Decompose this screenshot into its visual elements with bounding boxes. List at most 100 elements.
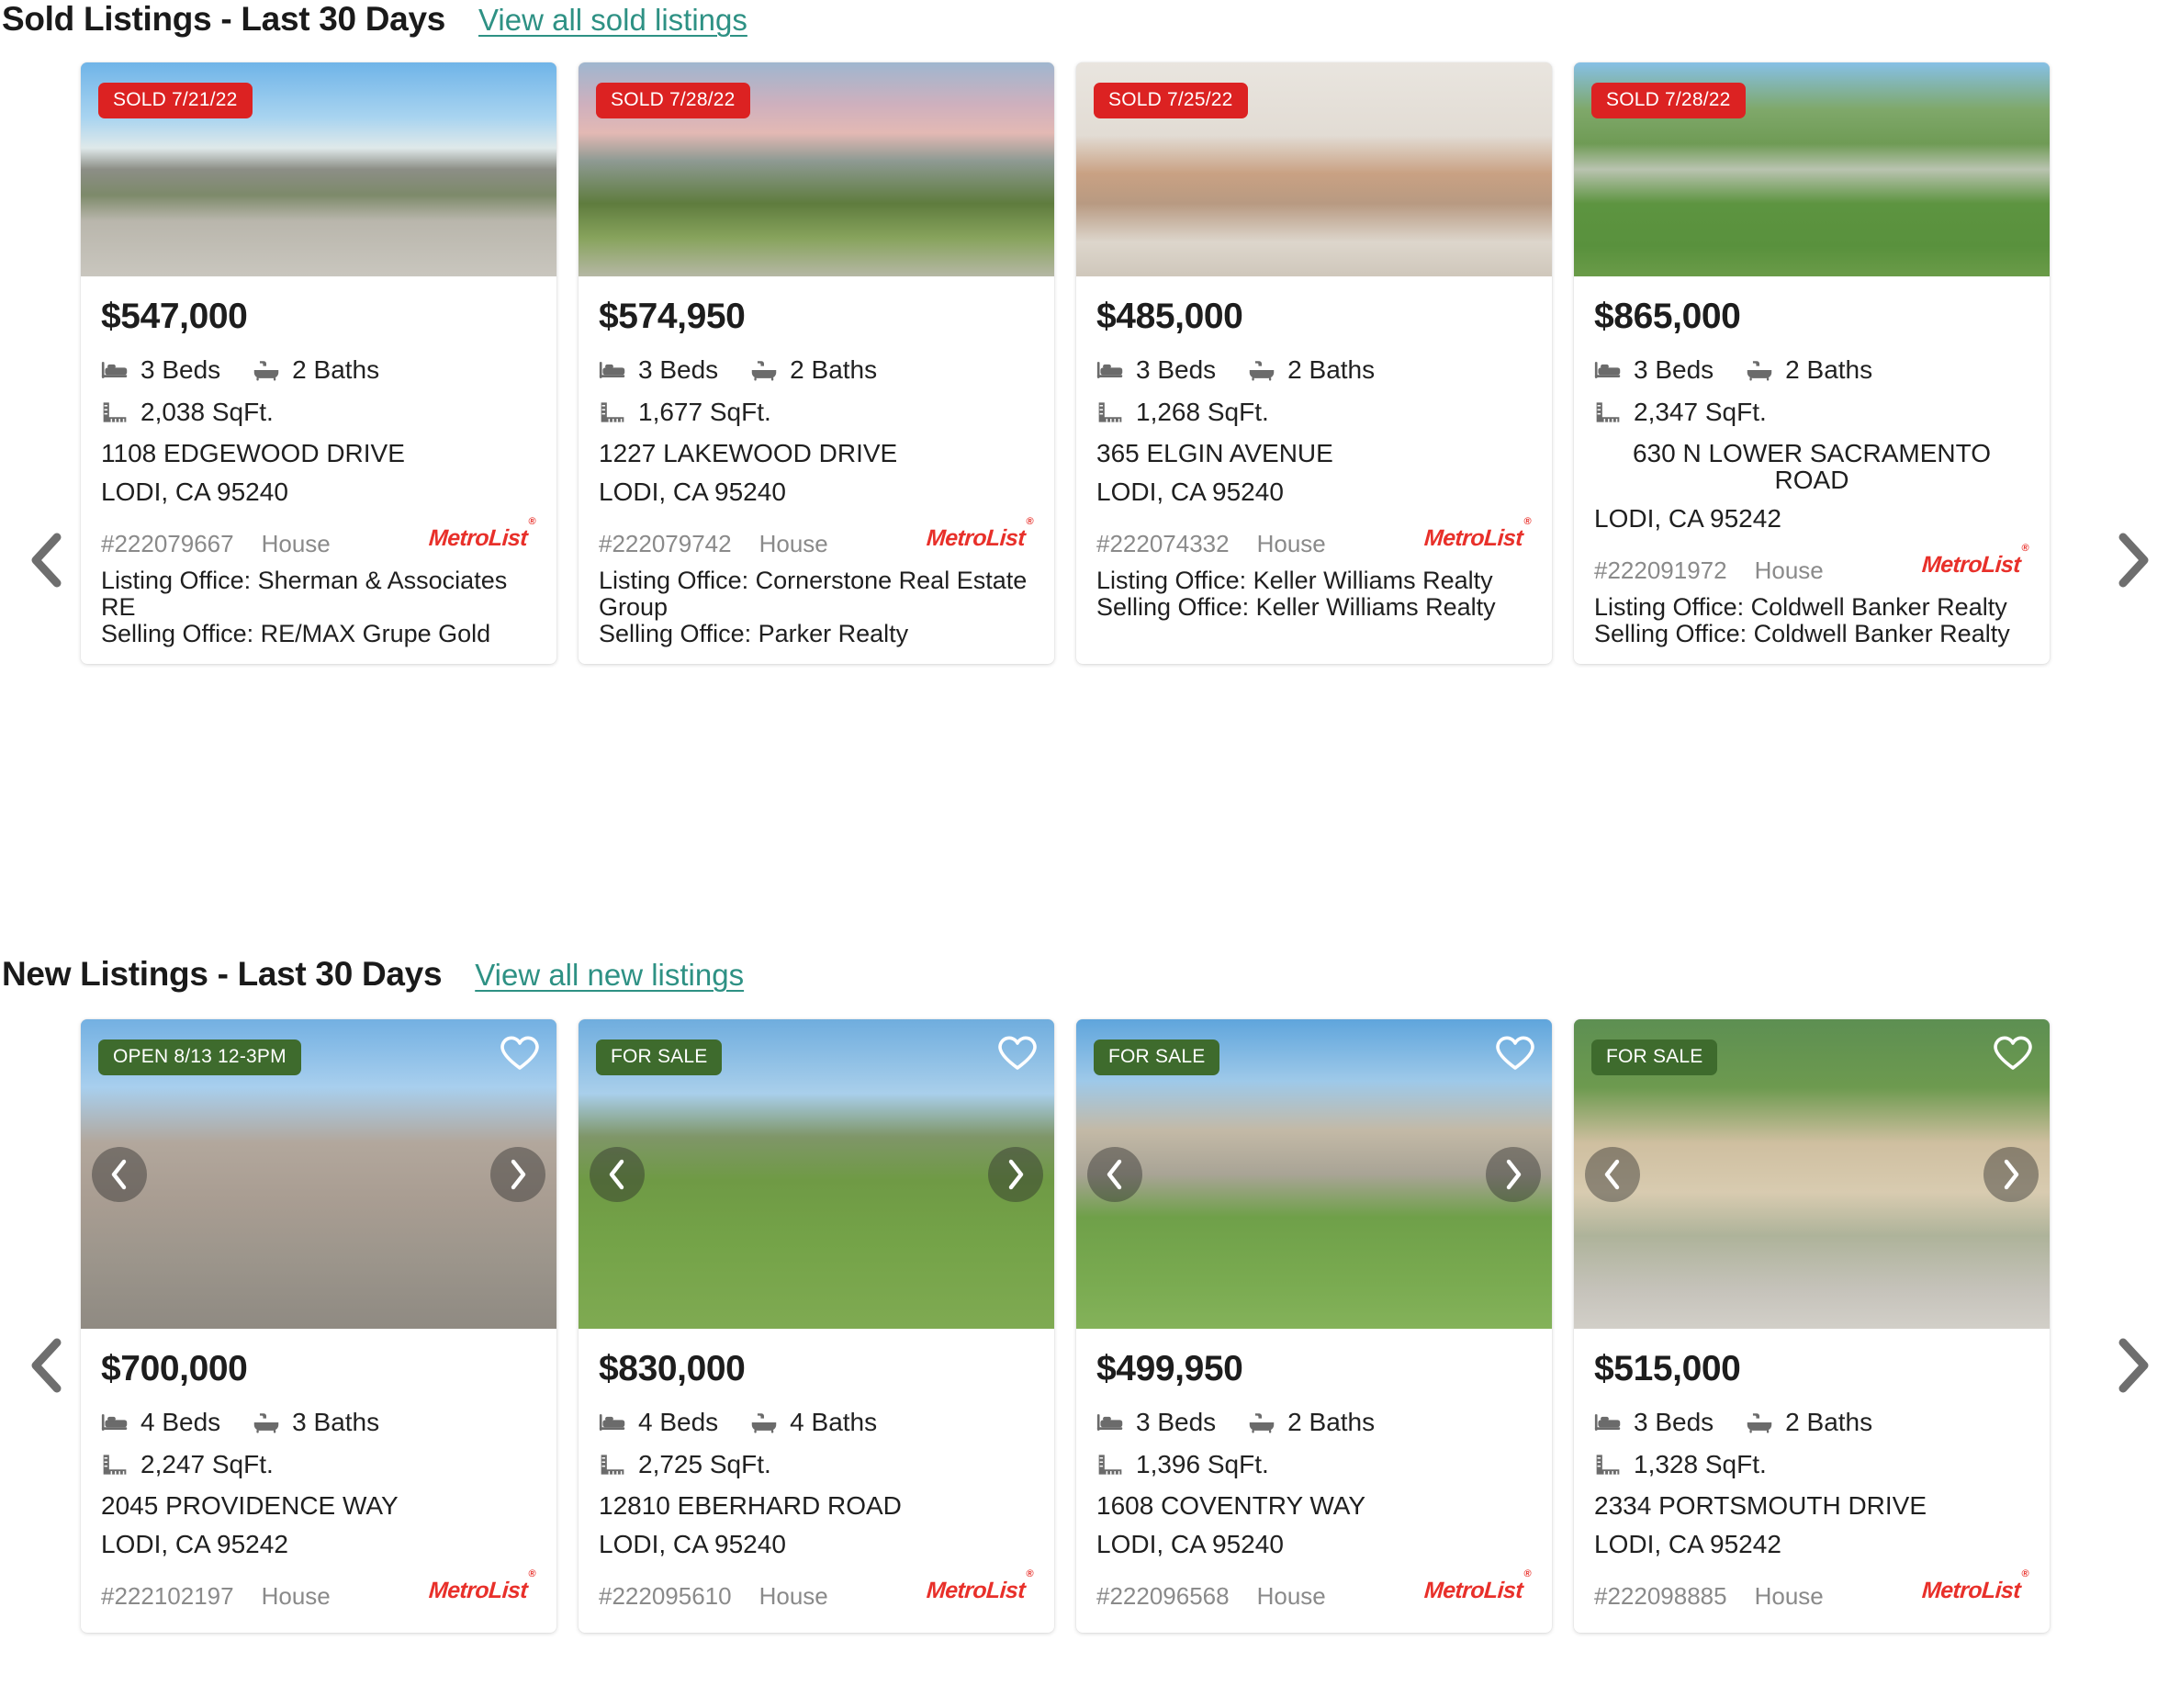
bed-icon-glyph — [599, 1414, 625, 1431]
heart-icon[interactable] — [500, 1036, 539, 1075]
listing-price: $700,000 — [101, 1349, 248, 1388]
heart-icon[interactable] — [1496, 1036, 1534, 1075]
listing-photo[interactable]: FOR SALE — [579, 1019, 1054, 1329]
baths-value: 2 Baths — [790, 355, 878, 384]
sold-carousel-prev-button[interactable] — [17, 531, 75, 590]
chevron-right-icon — [2116, 532, 2152, 589]
listing-address: 630 N LOWER SACRAMENTO ROAD LODI, CA 9524… — [1594, 440, 2029, 532]
listing-price: $830,000 — [599, 1349, 746, 1388]
listing-meta: #222098885 House MetroList® — [1594, 1568, 2029, 1614]
listing-area: 1,328 SqFt. — [1594, 1450, 2029, 1479]
new-carousel-prev-button[interactable] — [17, 1336, 75, 1395]
address-city-state-zip: LODI, CA 95240 — [1096, 478, 1284, 507]
sold-carousel-next-button[interactable] — [2105, 531, 2163, 590]
metrolist-logo: MetroList® — [1423, 515, 1532, 551]
new-section-title: New Listings - Last 30 Days — [2, 955, 443, 993]
photo-prev-button[interactable] — [92, 1146, 147, 1202]
status-badge: OPEN 8/13 12-3PM — [98, 1039, 301, 1075]
listing-card[interactable]: SOLD 7/28/22 $574,950 3 Beds 2 Baths 1,677 S… — [579, 62, 1054, 665]
listing-price: $547,000 — [101, 297, 248, 336]
bath-icon-glyph — [1249, 361, 1275, 381]
photo-prev-button[interactable] — [590, 1146, 645, 1202]
sqft-value: 1,268 SqFt. — [1136, 398, 1269, 426]
view-all-sold-listings-link[interactable]: View all sold listings — [478, 3, 747, 38]
photo-next-button[interactable] — [1486, 1146, 1541, 1202]
view-all-new-listings-link[interactable]: View all new listings — [475, 958, 744, 993]
metrolist-logo: MetroList® — [926, 1568, 1034, 1603]
photo-next-button[interactable] — [1983, 1146, 2039, 1202]
listing-card[interactable]: FOR SALE $499,950 3 Beds 2 Baths 1,396 SqFt.… — [1076, 1019, 1552, 1634]
bath-icon-glyph — [253, 1413, 279, 1433]
mls-number: #222079667 — [101, 529, 234, 557]
baths-value: 2 Baths — [292, 355, 380, 384]
status-badge: FOR SALE — [1591, 1039, 1718, 1075]
listing-card[interactable]: SOLD 7/28/22 $865,000 3 Beds 2 Baths 2,347 S… — [1574, 62, 2050, 665]
bed-icon-glyph — [1096, 1414, 1123, 1431]
chevron-right-icon — [2116, 1337, 2152, 1394]
property-type: House — [261, 529, 331, 557]
ruler-icon-glyph — [103, 402, 127, 422]
baths-value: 2 Baths — [1287, 355, 1376, 384]
photo-next-button[interactable] — [490, 1146, 545, 1202]
listing-photo[interactable]: SOLD 7/28/22 — [1574, 62, 2050, 276]
listing-card[interactable]: SOLD 7/25/22 $485,000 3 Beds 2 Baths 1,268 S… — [1076, 62, 1552, 665]
property-type: House — [1256, 529, 1326, 557]
listing-specs: 3 Beds 2 Baths — [1096, 355, 1532, 385]
bath-icon-glyph — [751, 361, 777, 381]
listing-price: $515,000 — [1594, 1349, 1741, 1388]
listing-card[interactable]: OPEN 8/13 12-3PM $700,000 4 Beds 3 Baths 2,2… — [81, 1019, 556, 1634]
photo-next-button[interactable] — [988, 1146, 1043, 1202]
listing-photo[interactable]: FOR SALE — [1574, 1019, 2050, 1329]
listing-card[interactable]: FOR SALE $515,000 3 Beds 2 Baths 1,328 SqFt.… — [1574, 1019, 2050, 1634]
metrolist-logo: MetroList® — [1921, 542, 2029, 578]
sold-badge: SOLD 7/28/22 — [596, 83, 750, 118]
heart-icon[interactable] — [1994, 1036, 2032, 1075]
photo-prev-button[interactable] — [1087, 1146, 1142, 1202]
mls-number: #222098885 — [1594, 1581, 1727, 1610]
baths-value: 2 Baths — [1785, 355, 1873, 384]
sold-listings-section: Sold Listings - Last 30 Days View all so… — [0, 0, 2180, 665]
beds-value: 4 Beds — [638, 1408, 719, 1436]
sold-badge: SOLD 7/28/22 — [1591, 83, 1746, 118]
bed-icon-glyph — [1594, 362, 1621, 378]
bed-icon-glyph — [599, 362, 625, 378]
listing-card[interactable]: SOLD 7/21/22 $547,000 3 Beds 2 Baths 2,038 S… — [81, 62, 556, 665]
listing-price: $574,950 — [599, 297, 746, 336]
mls-number: #222074332 — [1096, 529, 1230, 557]
beds-value: 3 Beds — [638, 355, 719, 384]
listing-photo[interactable]: FOR SALE — [1076, 1019, 1552, 1329]
listing-office: Listing Office: Coldwell Banker Realty — [1594, 593, 2007, 622]
listing-meta: #222079667 House MetroList® — [101, 515, 536, 562]
listing-specs: 3 Beds 2 Baths — [1096, 1408, 1532, 1437]
new-carousel-next-button[interactable] — [2105, 1336, 2163, 1395]
listing-price: $865,000 — [1594, 297, 1741, 336]
listing-card[interactable]: FOR SALE $830,000 4 Beds 4 Baths 2,725 SqFt.… — [579, 1019, 1054, 1634]
listing-photo[interactable]: SOLD 7/21/22 — [81, 62, 556, 276]
property-type: House — [759, 1581, 828, 1610]
ruler-icon-glyph — [601, 402, 624, 422]
bath-icon-glyph — [1747, 361, 1772, 381]
sqft-value: 1,677 SqFt. — [638, 398, 771, 426]
listing-photo[interactable]: SOLD 7/25/22 — [1076, 62, 1552, 276]
listing-office: Listing Office: Sherman & Associates RE — [101, 567, 508, 622]
listing-photo[interactable]: SOLD 7/28/22 — [579, 62, 1054, 276]
beds-value: 3 Beds — [140, 355, 221, 384]
mls-number: #222102197 — [101, 1581, 234, 1610]
status-badge: FOR SALE — [1094, 1039, 1220, 1075]
listing-area: 2,347 SqFt. — [1594, 398, 2029, 427]
status-badge: FOR SALE — [596, 1039, 723, 1075]
listings-page: Sold Listings - Last 30 Days View all so… — [0, 0, 2180, 1708]
listing-specs: 3 Beds 2 Baths — [1594, 355, 2029, 385]
ruler-icon-glyph — [1596, 402, 1620, 422]
ruler-icon-glyph — [103, 1455, 127, 1475]
address-street: 630 N LOWER SACRAMENTO ROAD — [1632, 439, 1992, 495]
chevron-left-icon — [28, 532, 64, 589]
address-street: 2334 PORTSMOUTH DRIVE — [1594, 1491, 1927, 1520]
heart-icon[interactable] — [998, 1036, 1037, 1075]
baths-value: 3 Baths — [292, 1408, 380, 1436]
photo-prev-button[interactable] — [1585, 1146, 1640, 1202]
office-info: Listing Office: Cornerstone Real Estate … — [599, 567, 1034, 664]
listing-address: 2045 PROVIDENCE WAY LODI, CA 95242 — [101, 1492, 536, 1557]
listing-photo[interactable]: OPEN 8/13 12-3PM — [81, 1019, 556, 1329]
bed-icon-glyph — [1594, 1414, 1621, 1431]
